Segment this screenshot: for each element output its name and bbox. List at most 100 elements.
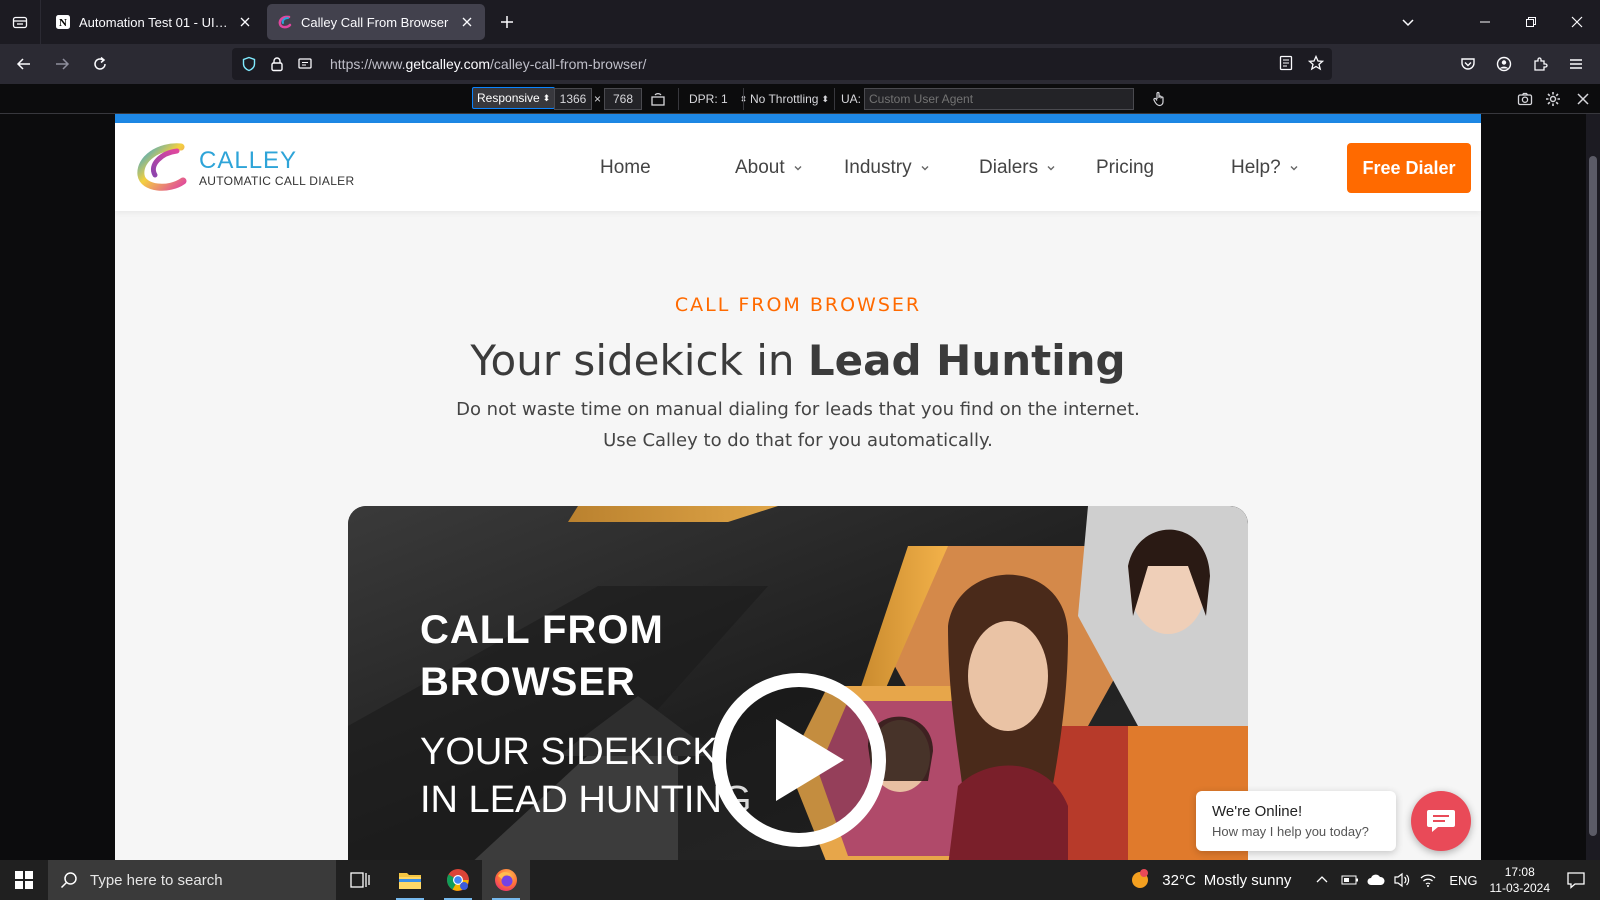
user-agent-input[interactable]: Custom User Agent <box>864 88 1134 110</box>
nav-help-label: Help? <box>1231 157 1281 178</box>
weather-widget[interactable]: 32°C Mostly sunny <box>1130 869 1291 891</box>
chat-icon <box>1427 810 1455 832</box>
speaker-icon[interactable] <box>1393 872 1411 888</box>
free-dialer-button[interactable]: Free Dialer <box>1347 143 1471 193</box>
logo-name: CALLEY <box>199 147 298 174</box>
touch-hand-icon <box>1153 91 1164 107</box>
calley-logo[interactable]: CALLEY AUTOMATIC CALL DIALER <box>135 143 354 193</box>
account-icon <box>1496 56 1512 72</box>
account-button[interactable] <box>1488 48 1520 80</box>
throttling-selector[interactable]: No Throttling ⬍ <box>750 88 829 110</box>
svg-text:N: N <box>59 17 67 29</box>
wifi-icon[interactable] <box>1419 872 1437 888</box>
screenshot-button[interactable] <box>1517 88 1533 110</box>
taskbar-clock[interactable]: 17:08 11-03-2024 <box>1490 864 1551 896</box>
taskbar-search[interactable]: Type here to search <box>48 860 336 900</box>
headline-plain: Your sidekick in <box>470 336 808 385</box>
tab-strip: N Automation Test 01 - UI Testing Calley… <box>0 0 1600 44</box>
url-text[interactable]: https://www.getcalley.com/calley-call-fr… <box>330 56 646 72</box>
play-button-icon[interactable] <box>710 671 888 849</box>
touch-simulation-button[interactable] <box>1151 88 1167 110</box>
chrome-icon <box>447 869 469 891</box>
page-scrollbar[interactable] <box>1586 114 1600 860</box>
promo-video[interactable]: CALL FROM BROWSER YOUR SIDEKICK IN LEAD … <box>348 506 1248 860</box>
pocket-button[interactable] <box>1452 48 1484 80</box>
reader-view-icon[interactable] <box>1278 55 1294 71</box>
language-indicator[interactable]: ENG <box>1449 873 1477 888</box>
url-bar-actions <box>1278 55 1324 71</box>
tracking-shield-icon[interactable] <box>240 55 258 73</box>
close-tab-icon[interactable] <box>237 14 253 30</box>
cloud-icon[interactable] <box>1367 873 1385 887</box>
taskbar-file-explorer[interactable] <box>386 860 434 900</box>
nav-dialers[interactable]: Dialers <box>979 157 1056 179</box>
start-button[interactable] <box>0 860 48 900</box>
rdm-divider <box>743 88 744 110</box>
clock-date: 11-03-2024 <box>1489 881 1551 895</box>
viewport-height-input[interactable]: 768 <box>604 88 642 110</box>
taskbar-firefox[interactable] <box>482 860 530 900</box>
device-selector[interactable]: Responsive ⬍ <box>472 87 556 109</box>
tab-list-icon <box>12 16 28 29</box>
window-controls <box>1462 0 1600 44</box>
new-tab-button[interactable] <box>489 4 525 40</box>
tab-separator <box>40 0 41 44</box>
url-host: getcalley.com <box>405 56 491 72</box>
close-rdm-button[interactable] <box>1577 88 1589 110</box>
minimize-button[interactable] <box>1462 0 1508 44</box>
list-all-tabs-button[interactable] <box>0 0 40 44</box>
bookmark-star-icon[interactable] <box>1308 55 1324 71</box>
nav-home-label: Home <box>600 157 651 178</box>
subtitle-line-2: Use Calley to do that for you automatica… <box>603 430 993 451</box>
tabs-dropdown-button[interactable] <box>1392 6 1424 38</box>
system-tray: 32°C Mostly sunny ENG 17:08 11-03-2024 <box>1130 860 1600 900</box>
headline-bold: Lead Hunting <box>807 336 1126 385</box>
nav-pricing-label: Pricing <box>1096 157 1155 178</box>
responsive-design-toolbar: Responsive⬍ 1366 × 768 DPR: 1⬍ No Thrott… <box>0 84 1600 114</box>
nav-pricing[interactable]: Pricing <box>1096 157 1154 179</box>
restore-button[interactable] <box>1508 0 1554 44</box>
nav-help[interactable]: Help? <box>1231 157 1299 179</box>
notification-icon[interactable] <box>1566 871 1586 889</box>
search-icon <box>60 872 77 889</box>
rotate-viewport-button[interactable] <box>650 88 666 110</box>
rdm-divider <box>834 88 835 110</box>
tab-title: Calley Call From Browser <box>301 14 449 30</box>
chevron-up-icon[interactable] <box>1315 873 1329 887</box>
extensions-button[interactable] <box>1524 48 1556 80</box>
sun-cloud-icon <box>1132 869 1149 888</box>
tab-calley[interactable]: Calley Call From Browser <box>267 4 485 40</box>
nav-about[interactable]: About <box>735 157 803 179</box>
viewport-width-input[interactable]: 1366 <box>554 88 592 110</box>
app-menu-button[interactable] <box>1560 48 1592 80</box>
forward-button[interactable] <box>44 48 80 80</box>
windows-logo-icon <box>15 871 33 889</box>
chevron-down-icon <box>1047 166 1055 171</box>
rdm-settings-button[interactable] <box>1545 88 1561 110</box>
page-permissions-icon[interactable] <box>296 55 314 73</box>
battery-icon[interactable] <box>1341 873 1359 887</box>
nav-industry[interactable]: Industry <box>844 157 930 179</box>
tab-automation-test[interactable]: N Automation Test 01 - UI Testing <box>45 4 263 40</box>
chat-launcher-button[interactable] <box>1411 791 1471 851</box>
url-bar[interactable]: https://www.getcalley.com/calley-call-fr… <box>232 48 1332 80</box>
chevron-down-icon <box>794 166 802 171</box>
scrollbar-thumb[interactable] <box>1589 156 1597 836</box>
chat-greeting-bubble[interactable]: We're Online! How may I help you today? <box>1196 791 1396 851</box>
reload-button[interactable] <box>82 48 118 80</box>
page-subtitle: Do not waste time on manual dialing for … <box>115 394 1481 456</box>
puzzle-icon <box>1534 57 1548 71</box>
close-tab-icon[interactable] <box>459 14 475 30</box>
taskbar-chrome[interactable] <box>434 860 482 900</box>
close-window-button[interactable] <box>1554 0 1600 44</box>
task-view-button[interactable] <box>336 860 384 900</box>
chevron-down-icon <box>1290 166 1298 171</box>
user-agent-placeholder: Custom User Agent <box>869 92 974 106</box>
notion-icon: N <box>55 14 71 30</box>
dpr-selector[interactable]: DPR: 1⬍ <box>689 88 747 110</box>
back-button[interactable] <box>6 48 42 80</box>
windows-taskbar: Type here to search 32°C Mostly sunny EN… <box>0 860 1600 900</box>
lock-icon[interactable] <box>268 55 286 73</box>
nav-home[interactable]: Home <box>600 157 651 179</box>
toolbar-actions <box>1452 48 1592 80</box>
